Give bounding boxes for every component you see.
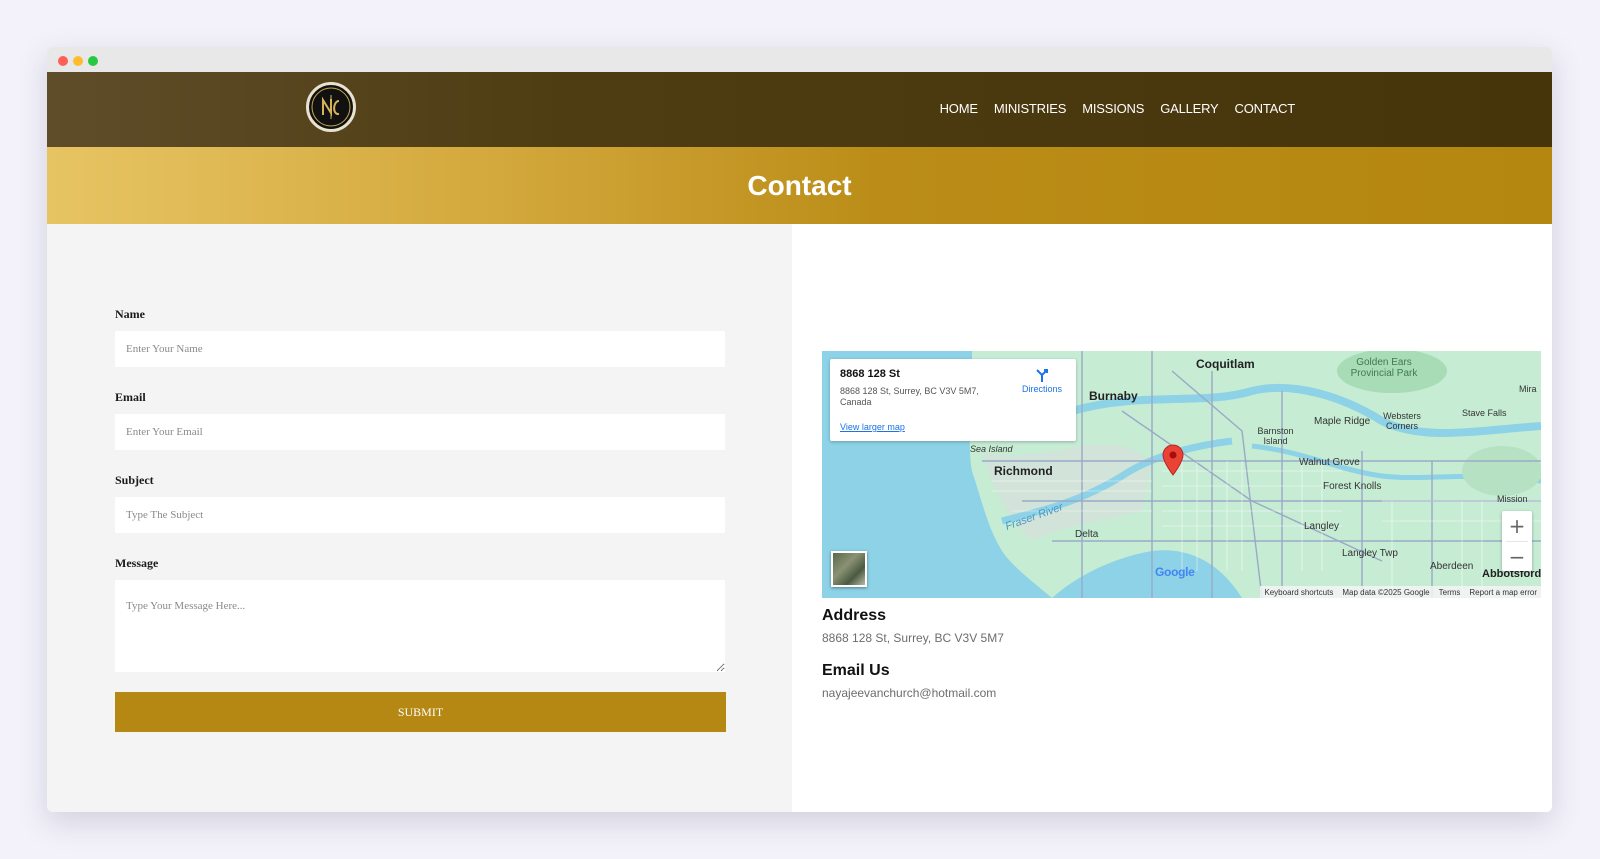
subject-label: Subject (115, 473, 154, 487)
map-card-address: 8868 128 St, Surrey, BC V3V 5M7, Canada (840, 386, 979, 407)
contact-details: Address 8868 128 St, Surrey, BC V3V 5M7 … (822, 607, 1004, 700)
name-label: Name (115, 307, 145, 321)
map-info-card: 8868 128 St 8868 128 St, Surrey, BC V3V … (830, 359, 1076, 441)
map-label-barnston: Barnston Island (1257, 426, 1294, 446)
map-label-aberdeen: Aberdeen (1430, 561, 1474, 572)
map-label-langley: Langley (1304, 521, 1340, 532)
main-nav: HOME MINISTRIES MISSIONS GALLERY CONTACT (940, 101, 1296, 116)
nav-ministries[interactable]: MINISTRIES (994, 101, 1067, 116)
email-input[interactable] (115, 414, 725, 450)
map-label-mira: Mira (1519, 384, 1537, 394)
email-heading: Email Us (822, 662, 890, 679)
map-label-maple-ridge: Maple Ridge (1314, 416, 1371, 427)
map-label-sea-island: Sea Island (970, 444, 1013, 454)
map-label-walnut-grove: Walnut Grove (1299, 457, 1360, 468)
keyboard-shortcuts-link[interactable]: Keyboard shortcuts (1264, 588, 1333, 597)
map-label-forest-knolls: Forest Knolls (1323, 481, 1382, 492)
zoom-out-button[interactable]: − (1502, 542, 1532, 572)
message-label: Message (115, 556, 159, 570)
church-logo-icon[interactable] (306, 82, 356, 132)
contact-form-panel: Name Email Subject Message SUBMIT (47, 224, 792, 812)
close-window-button[interactable] (58, 56, 68, 66)
nav-home[interactable]: HOME (940, 101, 978, 116)
window-titlebar (47, 47, 1552, 72)
map-label-golden-ears: Golden Ears Provincial Park (1350, 357, 1418, 379)
minimize-window-button[interactable] (73, 56, 83, 66)
address-value: 8868 128 St, Surrey, BC V3V 5M7 (822, 631, 1004, 645)
nav-missions[interactable]: MISSIONS (1082, 101, 1144, 116)
zoom-in-button[interactable]: + (1502, 511, 1532, 541)
nav-gallery[interactable]: GALLERY (1160, 101, 1219, 116)
report-map-error-link[interactable]: Report a map error (1469, 588, 1537, 597)
map-label-coquitlam: Coquitlam (1196, 357, 1255, 371)
name-input[interactable] (115, 331, 725, 367)
map-label-burnaby: Burnaby (1089, 389, 1138, 403)
page-hero: Contact (47, 147, 1552, 224)
nav-contact[interactable]: CONTACT (1235, 101, 1296, 116)
map-label-mission: Mission (1497, 494, 1528, 504)
message-textarea[interactable] (115, 580, 725, 672)
google-logo: Google (1155, 565, 1195, 579)
map-data-credit: Map data ©2025 Google (1342, 587, 1430, 597)
map-zoom-controls: + − (1502, 511, 1532, 571)
map-label-richmond: Richmond (994, 464, 1053, 478)
email-value[interactable]: nayajeevanchurch@hotmail.com (822, 686, 1004, 700)
page-title: Contact (747, 169, 852, 201)
directions-label: Directions (1021, 384, 1062, 394)
google-map[interactable]: 8868 128 St 8868 128 St, Surrey, BC V3V … (822, 351, 1541, 598)
map-attribution-bar: Keyboard shortcuts Map data ©2025 Google… (1260, 586, 1541, 598)
map-label-langley-twp: Langley Twp (1342, 548, 1398, 559)
contact-info-panel: 8868 128 St 8868 128 St, Surrey, BC V3V … (792, 224, 1552, 812)
map-card-title: 8868 128 St (840, 368, 900, 380)
subject-input[interactable] (115, 497, 725, 533)
email-label: Email (115, 390, 146, 404)
browser-window: HOME MINISTRIES MISSIONS GALLERY CONTACT… (47, 47, 1552, 812)
contact-form: Name Email Subject Message SUBMIT (115, 307, 726, 732)
map-label-stave-falls: Stave Falls (1462, 408, 1507, 418)
map-pin-icon[interactable] (1162, 444, 1184, 476)
directions-button[interactable]: Directions (1014, 367, 1070, 394)
site-header: HOME MINISTRIES MISSIONS GALLERY CONTACT (47, 72, 1552, 147)
view-larger-map-link[interactable]: View larger map (840, 422, 905, 432)
contact-content: Name Email Subject Message SUBMIT (47, 224, 1552, 812)
address-heading: Address (822, 607, 887, 624)
map-label-delta: Delta (1075, 529, 1099, 540)
maximize-window-button[interactable] (88, 56, 98, 66)
directions-icon (1036, 369, 1048, 382)
satellite-toggle-thumbnail[interactable] (831, 551, 867, 587)
map-label-websters-corners: Websters Corners (1383, 411, 1421, 431)
submit-button[interactable]: SUBMIT (115, 692, 726, 732)
terms-link[interactable]: Terms (1439, 588, 1461, 597)
